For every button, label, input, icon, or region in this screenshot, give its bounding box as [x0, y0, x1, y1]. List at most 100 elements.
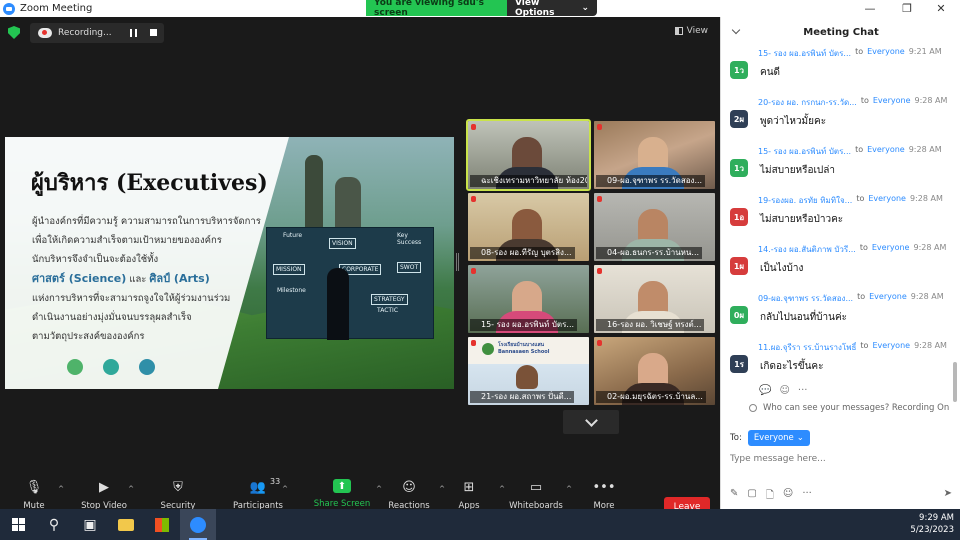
- participant-tile[interactable]: 02-ผอ.มยุรฉัตร-รร.บ้านล...: [594, 337, 715, 405]
- participant-name: 08-รอง ผอ.ทีรัญ บุตรสิง...: [470, 247, 575, 259]
- file-explorer-icon[interactable]: [108, 509, 144, 540]
- muted-mic-icon: [597, 268, 602, 274]
- message-meta: 20-รอง ผอ. กรกนก-รร.วัด... to Everyone 9…: [758, 96, 947, 109]
- video-camera-icon: ▶: [99, 479, 109, 495]
- apps-grid-icon: ⊞: [463, 479, 475, 495]
- board-label: TACTIC: [377, 307, 399, 314]
- minimize-button[interactable]: —: [853, 0, 887, 17]
- viewing-banner: You are viewing sdu's screen View Option…: [366, 0, 597, 18]
- board-label: VISION: [329, 238, 356, 249]
- participant-tile[interactable]: 15- รอง ผอ.อรพินท์ บัตร...: [468, 265, 589, 333]
- chat-scrollbar[interactable]: [953, 362, 957, 402]
- message-sender[interactable]: 20-รอง ผอ. กรกนก-รร.วัด...: [758, 96, 857, 109]
- avatar: 2ผ: [730, 110, 748, 128]
- chevron-down-icon: ⌄: [581, 3, 589, 13]
- board-label: STRATEGY: [371, 294, 408, 305]
- share-arrow-icon: ⬆: [333, 479, 351, 493]
- more-dots-icon[interactable]: ···: [798, 385, 808, 396]
- chevron-down-icon[interactable]: [731, 25, 741, 35]
- zoom-app-icon: [3, 2, 15, 15]
- message-to: to: [859, 243, 868, 252]
- chat-message-input[interactable]: [730, 451, 950, 467]
- recording-label: Recording...: [58, 28, 112, 38]
- muted-mic-icon: [471, 268, 476, 274]
- task-view-icon[interactable]: ▣: [72, 509, 108, 540]
- pause-recording-icon[interactable]: [130, 29, 137, 37]
- slide-line-highlight: ศาสตร์ (Science) และ ศิลป์ (Arts): [32, 269, 272, 289]
- message-sender[interactable]: 11.ผอ.จุรีรา รร.บ้านรางโพธิ์: [758, 341, 856, 354]
- message-to: to: [860, 341, 869, 350]
- close-button[interactable]: ✕: [924, 0, 958, 17]
- participant-name: 16-รอง ผอ. วิเชษฐ์ ทรงต์...: [596, 319, 705, 331]
- maximize-button[interactable]: ❐: [890, 0, 924, 17]
- participants-caret-icon[interactable]: ^: [282, 485, 288, 493]
- send-icon[interactable]: ➤: [944, 488, 952, 499]
- message-meta: 11.ผอ.จุรีรา รร.บ้านรางโพธิ์ to Everyone…: [758, 341, 947, 354]
- clock-date: 5/23/2023: [910, 525, 954, 535]
- search-icon[interactable]: ⚲: [36, 509, 72, 540]
- video-options-caret-icon[interactable]: ^: [128, 485, 134, 493]
- recipient-value: Everyone: [753, 433, 794, 443]
- participant-tile[interactable]: 09-ผอ.จุฑาพร รร.วัดสอง...: [594, 121, 715, 189]
- message-text: คนดี: [760, 67, 781, 78]
- format-text-icon[interactable]: ✎: [730, 488, 738, 505]
- message-meta: 15- รอง ผอ.อรพินท์ บัตร... to Everyone 9…: [758, 47, 942, 60]
- privacy-note[interactable]: Who can see your messages? Recording On: [749, 403, 949, 413]
- view-layout-icon: [674, 27, 683, 35]
- start-button[interactable]: [0, 509, 36, 540]
- message-sender[interactable]: 14.-รอง ผอ.สันติภาพ บัวรี...: [758, 243, 856, 256]
- view-options-button[interactable]: View Options ⌄: [507, 0, 597, 18]
- participant-tile[interactable]: 08-รอง ผอ.ทีรัญ บุตรสิง...: [468, 193, 589, 261]
- cloud-record-icon: [38, 28, 52, 38]
- message-sender[interactable]: 15- รอง ผอ.อรพินท์ บัตร...: [758, 47, 851, 60]
- muted-mic-icon: [471, 196, 476, 202]
- mute-options-caret-icon[interactable]: ^: [58, 485, 64, 493]
- taskbar-clock[interactable]: 9:29 AM 5/23/2023: [910, 512, 954, 536]
- more-dots-icon[interactable]: ···: [802, 488, 812, 505]
- slide-line: ดำเนินงานอย่างมุ่งมั่นจนบรรลุผลสำเร็จ: [32, 312, 192, 323]
- chat-message: 1อ 19-รองผอ. อรทัย ทิมทิใจ... to Everyon…: [721, 194, 953, 240]
- participant-tile[interactable]: 04-ผอ.ธนกร-รร.บ้านหน...: [594, 193, 715, 261]
- rock-pinnacle: [305, 155, 323, 235]
- add-reaction-icon[interactable]: ☺: [779, 385, 789, 396]
- chevron-down-icon: ⌄: [796, 433, 804, 443]
- screenshot-icon[interactable]: ▢: [747, 488, 756, 505]
- school-banner: โรงเรียนบ้านบางแสน Bannasaen School: [498, 342, 549, 356]
- participant-tile[interactable]: 16-รอง ผอ. วิเชษฐ์ ทรงต์...: [594, 265, 715, 333]
- chat-message-list: 1ว 15- รอง ผอ.อรพินท์ บัตร... to Everyon…: [721, 47, 953, 399]
- meeting-area: Recording... View ผู้บริหาร (Executives)…: [0, 17, 720, 526]
- message-to: to: [855, 145, 864, 154]
- participant-name: 02-ผอ.มยุรฉัตร-รร.บ้านล...: [596, 391, 706, 403]
- participant-tile[interactable]: โรงเรียนบ้านบางแสน Bannasaen School 21-ร…: [468, 337, 589, 405]
- participant-tile[interactable]: ฉะเชิงเทรามหาวิทยาลัย ห้อง202: [466, 119, 591, 191]
- chat-message: 0ผ 09-ผอ.จุฑาพร รร.วัดสอง... to Everyone…: [721, 292, 953, 338]
- shield-icon[interactable]: [8, 26, 20, 39]
- message-to: to: [857, 292, 866, 301]
- chat-message: 2ผ 20-รอง ผอ. กรกนก-รร.วัด... to Everyon…: [721, 96, 953, 142]
- message-recipient: Everyone: [868, 194, 906, 203]
- participant-name: 09-ผอ.จุฑาพร รร.วัดสอง...: [596, 175, 706, 187]
- message-sender[interactable]: 19-รองผอ. อรทัย ทิมทิใจ...: [758, 194, 852, 207]
- chat-panel: Meeting Chat 1ว 15- รอง ผอ.อรพินท์ บัตร.…: [720, 17, 960, 509]
- view-options-label: View Options: [515, 0, 555, 18]
- split-view-handle[interactable]: [456, 253, 459, 271]
- more-participants-chevron-icon[interactable]: [563, 410, 619, 434]
- reply-icon[interactable]: 💬: [759, 385, 771, 396]
- message-sender[interactable]: 09-ผอ.จุฑาพร รร.วัดสอง...: [758, 292, 853, 305]
- message-sender[interactable]: 15- รอง ผอ.อรพินท์ บัตร...: [758, 145, 851, 158]
- avatar: 1ว: [730, 61, 748, 79]
- arts-highlight: ศิลป์ (Arts): [149, 272, 210, 285]
- store-icon[interactable]: [144, 509, 180, 540]
- message-text: เป็นไงบ้าง: [760, 263, 804, 274]
- muted-mic-icon: [597, 196, 602, 202]
- and-word: และ: [126, 274, 150, 285]
- file-icon[interactable]: 🗋: [766, 488, 774, 505]
- zoom-taskbar-icon[interactable]: [180, 509, 216, 540]
- clock-time: 9:29 AM: [919, 513, 954, 523]
- recipient-select[interactable]: Everyone ⌄: [747, 430, 810, 446]
- view-button[interactable]: View: [674, 26, 708, 36]
- participant-name: 21-รอง ผอ.สถาพร ปั่นดี...: [470, 391, 575, 403]
- slide-line: แห่งการบริหารที่จะสามารถจูงใจให้ผู้ร่วมง…: [32, 293, 231, 304]
- stop-recording-icon[interactable]: [150, 29, 157, 36]
- emoji-icon[interactable]: ☺: [783, 488, 793, 505]
